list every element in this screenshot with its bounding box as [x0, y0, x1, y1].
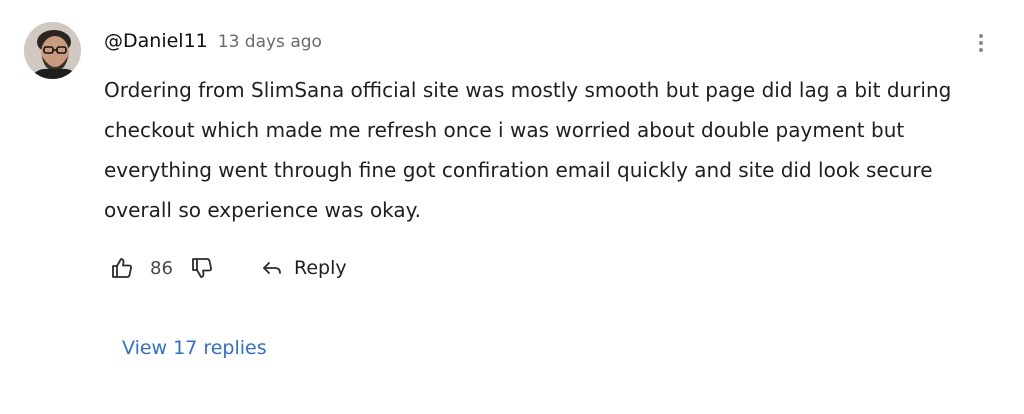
like-button[interactable] [104, 250, 140, 286]
reply-arrow-icon [263, 262, 281, 274]
view-replies-link[interactable]: View 17 replies [122, 337, 267, 359]
more-options-button[interactable] [966, 28, 996, 58]
avatar-image [24, 22, 81, 79]
author-name[interactable]: @Daniel11 [104, 30, 208, 52]
more-vertical-icon [979, 34, 983, 52]
reply-button[interactable]: Reply [262, 250, 347, 286]
comment-header: @Daniel11 13 days ago [104, 30, 322, 56]
comment-timestamp[interactable]: 13 days ago [218, 32, 322, 52]
comment-text: Ordering from SlimSana official site was… [104, 78, 952, 222]
like-count: 86 [150, 257, 173, 279]
thumbs-down-icon [192, 258, 212, 278]
avatar[interactable] [24, 22, 81, 79]
comment-card: @Daniel11 13 days ago Ordering from Slim… [0, 0, 1024, 414]
dislike-button[interactable] [184, 250, 220, 286]
reply-label: Reply [294, 257, 347, 279]
thumbs-up-icon [112, 258, 132, 278]
comment-actions: 86 Reply [104, 250, 347, 286]
